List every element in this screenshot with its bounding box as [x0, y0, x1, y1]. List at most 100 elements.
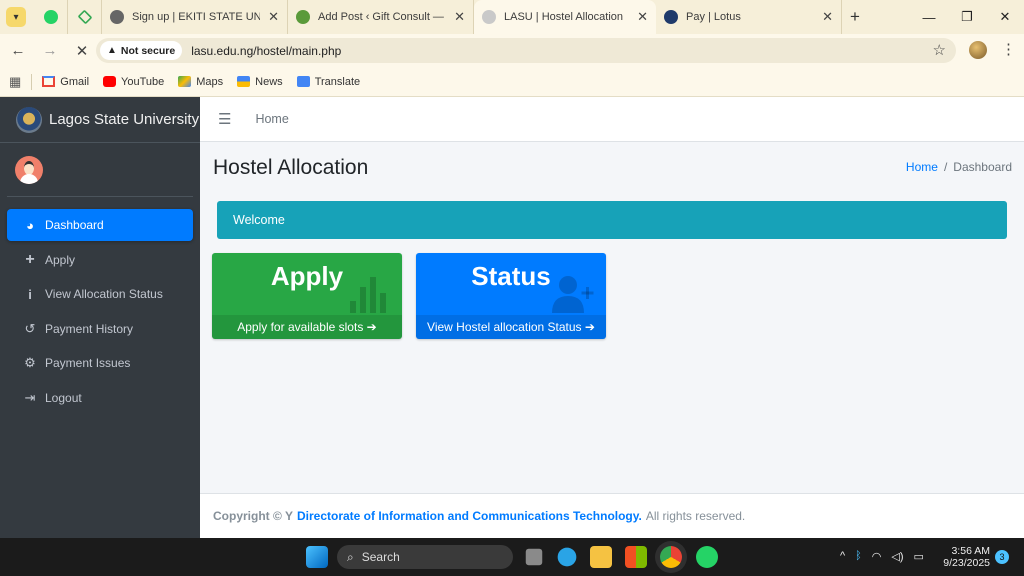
forward-icon[interactable]: → — [36, 42, 64, 59]
sidebar-item-dashboard[interactable]: ◕ Dashboard — [7, 209, 193, 241]
chevron-up-icon[interactable]: ^ — [840, 550, 845, 563]
copyright-text: Copyright © Y — [213, 509, 293, 523]
clock-date: 9/23/2025 — [943, 557, 990, 569]
bookmark-label: News — [255, 75, 283, 88]
lasu-logo — [16, 106, 42, 133]
taskbar-search[interactable]: ⌕ Search — [337, 545, 513, 569]
lasu-favicon-icon — [482, 10, 496, 24]
plus-icon: + — [25, 250, 35, 268]
welcome-callout: Welcome — [217, 201, 1007, 239]
sidebar-item-label: Dashboard — [45, 218, 104, 232]
sidebar-item-payment-history[interactable]: ↺ Payment History — [7, 313, 193, 345]
telegram-icon[interactable] — [557, 547, 577, 567]
status-card-link[interactable]: View Hostel allocation Status ➔ — [416, 315, 606, 339]
minimize-icon[interactable]: — — [910, 0, 948, 34]
welcome-text: Welcome — [233, 213, 285, 227]
sidebar-item-label: Payment Issues — [45, 356, 131, 371]
apps-grid-icon[interactable]: ▦ — [9, 74, 21, 90]
breadcrumb-current: Dashboard — [953, 160, 1012, 174]
sidebar-item-label: Logout — [45, 390, 82, 405]
breadcrumb: Home / Dashboard — [906, 160, 1012, 174]
bookmark-star-icon[interactable]: ☆ — [933, 41, 946, 59]
volume-icon[interactable]: ◁) — [891, 550, 903, 563]
status-card[interactable]: Status View Hostel allocation Status ➔ — [416, 253, 606, 339]
bookmark-maps[interactable]: Maps — [178, 76, 223, 88]
sidebar-item-label: Payment History — [45, 321, 134, 336]
task-view-icon[interactable] — [525, 548, 543, 566]
windows-taskbar: ⌕ Search ^ ᛒ ◠ ◁) ▭ 3:56 AM 9/23/2025 3 — [0, 538, 1024, 576]
pinned-tab-drive[interactable] — [68, 0, 102, 34]
search-label: Search — [361, 550, 400, 564]
apply-card[interactable]: Apply Apply for available slots ➔ — [212, 253, 402, 339]
history-icon: ↺ — [24, 320, 36, 336]
org-link[interactable]: Directorate of Information and Communica… — [297, 509, 642, 523]
windows-start-icon[interactable] — [306, 546, 328, 568]
translate-icon — [296, 76, 310, 87]
bookmark-news[interactable]: News — [237, 76, 283, 88]
clock-time: 3:56 AM — [951, 545, 990, 557]
sidebar-item-apply[interactable]: + Apply — [7, 244, 193, 276]
tab-title: Sign up | EKITI STATE UNIVERS — [132, 11, 260, 23]
tab-ekiti-signup[interactable]: Sign up | EKITI STATE UNIVERS ✕ — [102, 0, 288, 34]
sidebar-item-payment-issues[interactable]: ⚙ Payment Issues — [7, 347, 193, 379]
tab-pay-lotus[interactable]: Pay | Lotus ✕ — [656, 0, 842, 34]
close-window-icon[interactable]: ✕ — [986, 0, 1024, 34]
top-navbar: ☰ Home — [200, 97, 1024, 142]
chrome-icon[interactable] — [660, 546, 682, 568]
maps-icon — [178, 76, 192, 87]
wifi-icon[interactable]: ◠ — [872, 550, 882, 563]
microsoft-store-icon[interactable] — [625, 546, 647, 568]
tab-lasu-hostel[interactable]: LASU | Hostel Allocation ✕ — [474, 0, 656, 34]
divider — [31, 73, 33, 90]
brand-link[interactable]: Lagos State University — [0, 97, 200, 143]
browser-menu-icon[interactable]: ⋮ — [1001, 40, 1016, 58]
tab-title: Pay | Lotus — [686, 11, 741, 23]
sidebar-item-logout[interactable]: ⇥ Logout — [7, 382, 193, 414]
browser-toolbar: ← → ✕ ▲ Not secure lasu.edu.ng/hostel/ma… — [0, 34, 1024, 67]
close-tab-icon[interactable]: ✕ — [268, 9, 279, 25]
security-chip[interactable]: ▲ Not secure — [100, 41, 183, 60]
globe-icon — [110, 10, 124, 24]
bookmark-youtube[interactable]: YouTube — [103, 76, 164, 88]
profile-avatar[interactable] — [969, 41, 987, 59]
brand-text: Lagos State University — [49, 111, 200, 128]
restore-icon[interactable]: ❐ — [948, 0, 986, 34]
bookmark-label: Maps — [196, 75, 224, 88]
notification-badge[interactable]: 3 — [995, 550, 1009, 564]
whatsapp-desktop-icon[interactable] — [696, 546, 718, 568]
breadcrumb-home-link[interactable]: Home — [906, 160, 938, 174]
whatsapp-icon — [43, 10, 58, 24]
bookmark-label: YouTube — [121, 75, 165, 88]
tab-add-post[interactable]: Add Post ‹ Gift Consult — Wor ✕ — [288, 0, 474, 34]
bluetooth-icon[interactable]: ᛒ — [855, 550, 862, 563]
taskbar-clock[interactable]: 3:56 AM 9/23/2025 — [940, 545, 990, 569]
pinned-tab-whatsapp[interactable] — [34, 0, 68, 34]
tab-search-button[interactable]: ▾ — [6, 7, 26, 27]
apply-card-link[interactable]: Apply for available slots ➔ — [212, 315, 402, 339]
close-tab-icon[interactable]: ✕ — [637, 9, 648, 25]
back-icon[interactable]: ← — [4, 42, 32, 59]
arrow-circle-right-icon: ➔ — [584, 320, 595, 334]
content-wrapper: ☰ Home Hostel Allocation Home / Dashboard … — [200, 97, 1024, 538]
stop-loading-icon[interactable]: ✕ — [68, 42, 96, 60]
cogs-icon: ⚙ — [24, 355, 36, 371]
new-tab-button[interactable]: + — [842, 7, 868, 27]
file-explorer-icon[interactable] — [590, 546, 612, 568]
close-tab-icon[interactable]: ✕ — [822, 9, 833, 25]
browser-tab-strip: ▾ Sign up | EKITI STATE UNIVERS ✕ Add Po… — [0, 0, 1024, 34]
hamburger-menu-icon[interactable]: ☰ — [218, 110, 231, 128]
address-bar[interactable]: ▲ Not secure lasu.edu.ng/hostel/main.php… — [96, 38, 956, 63]
status-card-title: Status — [471, 261, 551, 291]
sidebar-item-view-allocation-status[interactable]: i View Allocation Status — [7, 278, 193, 310]
user-avatar[interactable] — [15, 155, 43, 184]
bookmark-gmail[interactable]: Gmail — [42, 76, 89, 88]
search-icon: ⌕ — [347, 549, 354, 564]
sidebar-nav: ◕ Dashboard + Apply i View Allocation St… — [0, 209, 200, 414]
battery-icon[interactable]: ▭ — [914, 550, 924, 563]
dashboard-icon: ◕ — [26, 217, 34, 233]
navbar-home-link[interactable]: Home — [255, 112, 288, 126]
page-title: Hostel Allocation — [213, 156, 369, 179]
close-tab-icon[interactable]: ✕ — [454, 9, 465, 25]
url-text[interactable]: lasu.edu.ng/hostel/main.php — [191, 44, 341, 58]
bookmark-translate[interactable]: Translate — [296, 76, 360, 88]
